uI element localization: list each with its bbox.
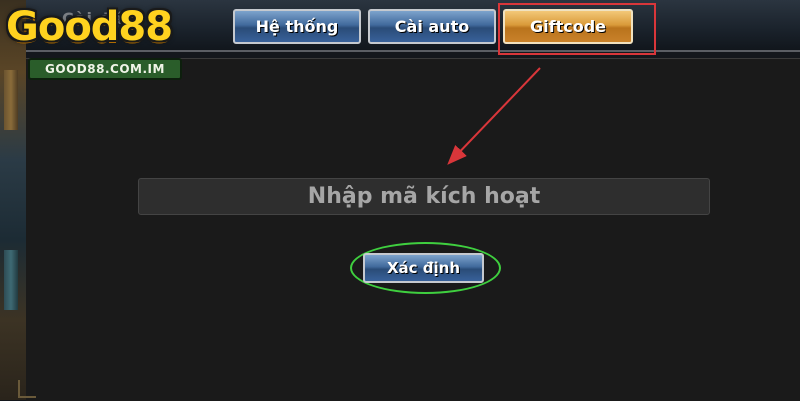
giftcode-panel [26,58,800,401]
tab-giftcode[interactable]: Giftcode [503,9,633,44]
background-decoration [4,250,18,310]
confirm-button[interactable]: Xác định [363,253,484,283]
logo-wordmark: Good88 [6,4,173,50]
tab-auto-settings[interactable]: Cài auto [368,9,496,44]
logo-domain: GOOD88.COM.IM [28,58,182,80]
giftcode-input[interactable] [138,178,710,215]
brand-logo: Good88 GOOD88.COM.IM [0,0,192,82]
tab-system[interactable]: Hệ thống [233,9,361,44]
panel-corner-ornament [18,380,36,398]
